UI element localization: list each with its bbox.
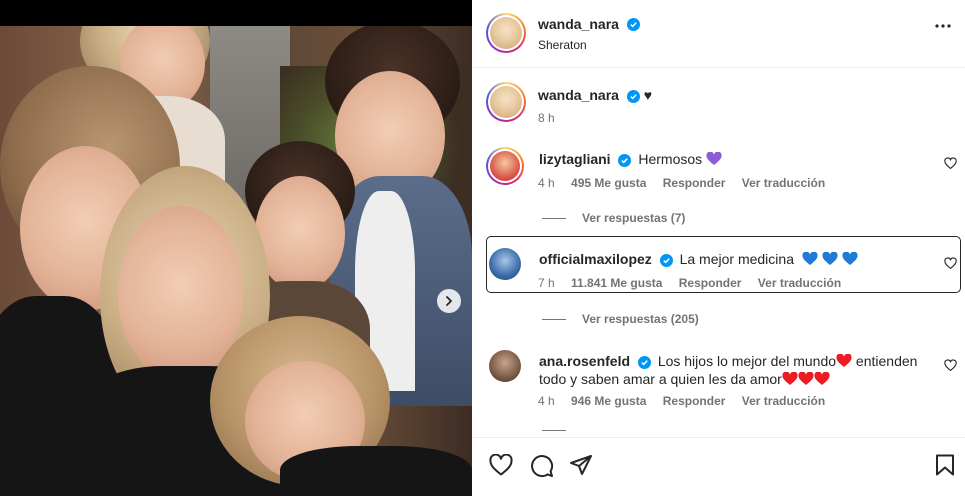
red-heart-icon: [782, 372, 798, 385]
post-media: [0, 0, 472, 496]
comments-list: wanda_nara ♥ 8 h lizytagliani Hermosos 4…: [472, 69, 965, 437]
caption-text: ♥: [643, 87, 653, 103]
view-replies-label: Ver respuestas (205): [582, 312, 699, 326]
reply-button[interactable]: Responder: [679, 276, 742, 290]
post-actions-bar: [472, 437, 965, 496]
red-heart-icon: [836, 354, 852, 367]
commenter-username[interactable]: ana.rosenfeld: [539, 353, 630, 369]
verified-badge-icon: [626, 89, 640, 103]
comment-meta: 4 h 946 Me gusta Responder Ver traducció…: [538, 394, 838, 408]
commenter-avatar[interactable]: [486, 147, 524, 185]
verified-badge-icon: [659, 253, 673, 267]
commenter-username[interactable]: lizytagliani: [539, 151, 611, 167]
blue-heart-icon: [842, 252, 858, 265]
commenter-username[interactable]: officialmaxilopez: [539, 251, 652, 267]
next-image-button[interactable]: [437, 289, 461, 313]
comment-time: 4 h: [538, 394, 555, 408]
view-replies-button[interactable]: Ver respuestas (7): [542, 211, 685, 225]
comment-likes[interactable]: 11.841 Me gusta: [571, 276, 662, 290]
author-avatar[interactable]: [486, 13, 526, 53]
reply-button[interactable]: Responder: [663, 394, 726, 408]
post-header: wanda_nara Sheraton: [472, 0, 965, 68]
comment-bubble-icon[interactable]: [530, 454, 554, 478]
comment-meta: 7 h 11.841 Me gusta Responder Ver traduc…: [538, 276, 854, 290]
blue-heart-icon: [802, 252, 818, 265]
save-bookmark-icon[interactable]: [935, 454, 955, 476]
girl-front-shirt: [280, 446, 472, 496]
more-options-icon[interactable]: [935, 24, 951, 28]
view-replies-button-partial[interactable]: [542, 430, 582, 431]
comment-text-line2: todo y saben amar a quien les da amor: [539, 371, 782, 387]
see-translation-button[interactable]: Ver traducción: [742, 176, 825, 190]
see-translation-button[interactable]: Ver traducción: [742, 394, 825, 408]
caption-time: 8 h: [538, 111, 555, 125]
like-heart-icon[interactable]: [489, 454, 513, 476]
caption-author-avatar[interactable]: [486, 82, 526, 122]
post-panel: wanda_nara Sheraton wanda_nara ♥ 8 h liz…: [472, 0, 965, 496]
author-username[interactable]: wanda_nara: [538, 16, 619, 32]
comment-text-continued: entienden: [855, 353, 918, 369]
comment-time: 7 h: [538, 276, 555, 290]
comment-text: La mejor medicina: [679, 251, 794, 267]
like-comment-heart-icon[interactable]: [944, 157, 957, 169]
commenter-avatar[interactable]: [489, 350, 521, 382]
purple-heart-icon: [706, 152, 722, 165]
verified-badge-icon: [637, 355, 651, 369]
comment-likes[interactable]: 946 Me gusta: [571, 394, 646, 408]
comment-text: Los hijos lo mejor del mundo: [657, 353, 837, 369]
share-paper-plane-icon[interactable]: [569, 454, 593, 476]
blue-heart-icon: [822, 252, 838, 265]
caption-username[interactable]: wanda_nara: [538, 87, 619, 103]
post-photo[interactable]: [0, 26, 472, 496]
red-heart-icon: [814, 372, 830, 385]
verified-badge-icon: [618, 153, 632, 167]
comment-meta: 4 h 495 Me gusta Responder Ver traducció…: [538, 176, 838, 190]
view-replies-label: Ver respuestas (7): [582, 211, 686, 225]
reply-button[interactable]: Responder: [663, 176, 726, 190]
chevron-right-icon: [446, 296, 452, 306]
commenter-avatar[interactable]: [489, 248, 521, 280]
view-replies-button[interactable]: Ver respuestas (205): [542, 312, 699, 326]
see-translation-button[interactable]: Ver traducción: [758, 276, 841, 290]
post-location[interactable]: Sheraton: [538, 38, 587, 52]
like-comment-heart-icon[interactable]: [944, 359, 957, 371]
comment-likes[interactable]: 495 Me gusta: [571, 176, 646, 190]
comment-time: 4 h: [538, 176, 555, 190]
red-heart-icon: [798, 372, 814, 385]
verified-badge-icon: [627, 18, 641, 32]
comment-text: Hermosos: [638, 151, 703, 167]
like-comment-heart-icon[interactable]: [944, 257, 957, 269]
